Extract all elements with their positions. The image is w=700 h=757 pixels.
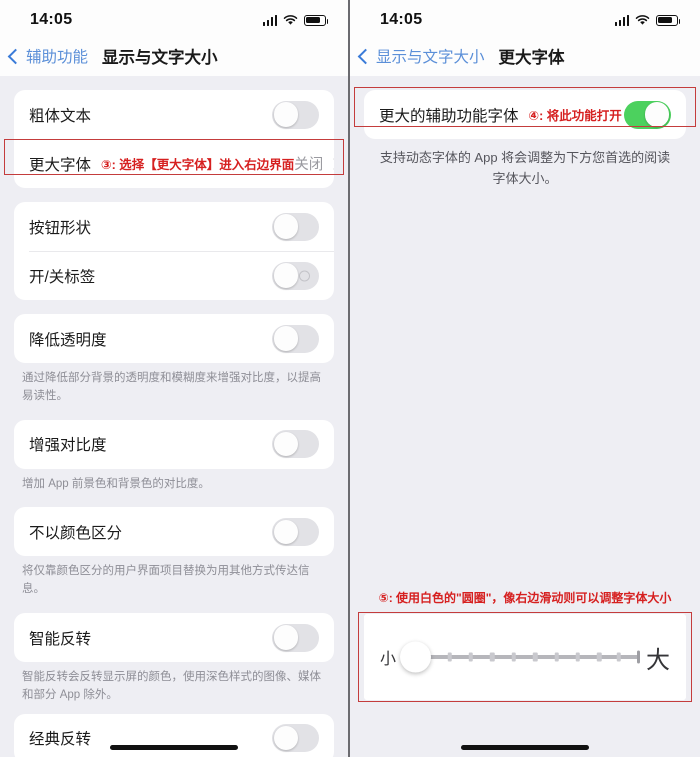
settings-group-contrast: 增强对比度	[14, 419, 334, 469]
slider-small-label: 小	[380, 651, 397, 668]
row-larger-accessibility-sizes[interactable]: 更大的辅助功能字体 ④: 将此功能打开	[364, 90, 686, 139]
row-label: 增强对比度	[29, 437, 107, 455]
row-label: 更大的辅助功能字体	[379, 107, 519, 125]
font-size-slider-card[interactable]: 小 大	[364, 614, 686, 700]
row-label: 降低透明度	[29, 331, 107, 349]
chevron-right-icon	[328, 157, 334, 170]
right-content-scroll[interactable]: 更大的辅助功能字体 ④: 将此功能打开 支持动态字体的 App 将会调整为下方您…	[350, 76, 700, 757]
row-label: 粗体文本	[29, 107, 92, 125]
row-larger-text[interactable]: 更大字体 ③: 选择【更大字体】进入右边界面 关闭	[14, 139, 334, 188]
row-classic-invert[interactable]: 经典反转	[14, 714, 334, 757]
status-clock: 14:05	[380, 11, 423, 28]
slider-large-label: 大	[646, 646, 670, 674]
page-title: 更大字体	[498, 49, 565, 67]
row-differentiate-without-color[interactable]: 不以颜色区分	[14, 507, 334, 556]
row-label: 不以颜色区分	[29, 524, 123, 542]
settings-group-color-differentiate: 不以颜色区分	[14, 507, 334, 557]
back-button-display-text-size[interactable]: 显示与文字大小	[357, 45, 485, 67]
toggle-smart-invert[interactable]	[272, 623, 319, 652]
left-nav-bar: 辅助功能 显示与文字大小	[0, 36, 348, 76]
toggle-differentiate-without-color[interactable]	[272, 517, 319, 546]
row-bold-text[interactable]: 粗体文本	[14, 90, 334, 139]
row-label: 按钮形状	[29, 219, 92, 237]
status-icons	[262, 14, 329, 26]
left-content-scroll[interactable]: 粗体文本 更大字体 ③: 选择【更大字体】进入右边界面 关闭 按钮形状 开/关标…	[0, 76, 348, 757]
right-nav-bar: 显示与文字大小 更大字体	[350, 36, 700, 76]
row-label: 开/关标签	[29, 268, 96, 286]
home-indicator	[110, 745, 238, 750]
row-smart-invert[interactable]: 智能反转	[14, 613, 334, 662]
note-differentiate-without-color: 将仅靠颜色区分的用户界面项目替换为用其他方式传达信息。	[22, 565, 310, 596]
row-button-shapes[interactable]: 按钮形状	[14, 202, 334, 251]
note-increase-contrast: 增加 App 前景色和背景色的对比度。	[22, 477, 210, 490]
back-button-label: 显示与文字大小	[376, 49, 485, 66]
chevron-left-icon	[357, 48, 374, 64]
slider-track	[426, 650, 640, 664]
slider-thumb[interactable]	[400, 641, 432, 673]
settings-group-smart-invert: 智能反转	[14, 613, 334, 663]
status-icons	[614, 14, 681, 26]
toggle-onoff-labels[interactable]	[272, 261, 319, 290]
annotation-step-5: ⑤: 使用白色的"圆圈"，像右边滑动则可以调整字体大小	[378, 591, 672, 605]
row-increase-contrast[interactable]: 增强对比度	[14, 420, 334, 469]
toggle-button-shapes[interactable]	[272, 212, 319, 241]
back-button-accessibility[interactable]: 辅助功能	[7, 45, 89, 67]
right-status-bar: 14:05	[350, 0, 700, 36]
note-smart-invert: 智能反转会反转显示屏的颜色，使用深色样式的图像、媒体和部分 App 除外。	[22, 671, 321, 701]
wifi-icon	[635, 14, 650, 26]
home-indicator	[461, 745, 589, 750]
chevron-left-icon	[7, 48, 24, 64]
battery-icon	[656, 14, 681, 26]
toggle-classic-invert[interactable]	[272, 724, 319, 753]
toggle-increase-contrast[interactable]	[272, 430, 319, 459]
row-label: 智能反转	[29, 630, 92, 648]
note-reduce-transparency: 通过降低部分背景的透明度和模糊度来增强对比度，以提高易读性。	[22, 372, 321, 402]
settings-group-larger-accessibility-sizes: 更大的辅助功能字体 ④: 将此功能打开	[364, 90, 686, 139]
row-label: 更大字体	[29, 156, 92, 174]
page-title: 显示与文字大小	[102, 49, 218, 67]
toggle-larger-accessibility-sizes[interactable]	[624, 100, 671, 129]
row-onoff-labels[interactable]: 开/关标签	[14, 251, 334, 300]
left-phone-screen: 14:05 辅助功能 显示与文字大小 粗体文本 更大字体 ③: 选择【更大字体】…	[0, 0, 350, 757]
off-label-circle-icon	[299, 270, 310, 281]
dual-screenshot-container: 14:05 辅助功能 显示与文字大小 粗体文本 更大字体 ③: 选择【更大字体】…	[0, 0, 700, 757]
settings-group-text: 粗体文本 更大字体 ③: 选择【更大字体】进入右边界面 关闭	[14, 90, 334, 188]
signal-bars-icon	[614, 14, 629, 26]
settings-group-shapes: 按钮形状 开/关标签	[14, 202, 334, 300]
row-reduce-transparency[interactable]: 降低透明度	[14, 314, 334, 363]
toggle-bold-text[interactable]	[272, 100, 319, 129]
status-clock: 14:05	[30, 11, 73, 28]
settings-group-classic-invert: 经典反转	[14, 713, 334, 757]
settings-group-transparency: 降低透明度	[14, 314, 334, 363]
font-size-slider[interactable]	[400, 640, 640, 674]
annotation-step-3: ③: 选择【更大字体】进入右边界面	[101, 158, 295, 172]
battery-icon	[304, 14, 329, 26]
row-value: 关闭	[294, 157, 324, 173]
toggle-reduce-transparency[interactable]	[272, 324, 319, 353]
signal-bars-icon	[262, 14, 277, 26]
right-phone-screen: 14:05 显示与文字大小 更大字体 更大的辅助功能字体 ④: 将此功能打开 支…	[350, 0, 700, 757]
wifi-icon	[283, 14, 298, 26]
back-button-label: 辅助功能	[26, 49, 89, 66]
left-status-bar: 14:05	[0, 0, 348, 36]
row-label: 经典反转	[29, 731, 92, 749]
description-dynamic-type: 支持动态字体的 App 将会调整为下方您首选的阅读字体大小。	[379, 150, 671, 186]
annotation-step-4: ④: 将此功能打开	[528, 109, 622, 123]
